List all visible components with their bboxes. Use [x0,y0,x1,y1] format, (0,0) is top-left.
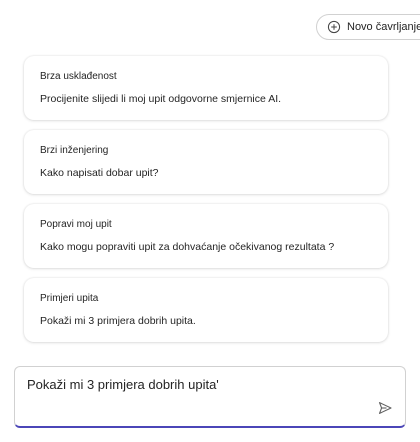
chat-input-text[interactable]: Pokaži mi 3 primjera dobrih upita' [27,377,219,392]
prompt-card-title: Primjeri upita [40,293,99,304]
prompt-card-title: Brza usklađenost [40,71,117,82]
prompt-card-text: Pokaži mi 3 primjera dobrih upita. [40,315,196,327]
prompt-card-text: Kako napisati dobar upit? [40,167,159,179]
new-chat-button[interactable]: Novo čavrljanje [316,14,420,40]
chat-input[interactable]: Pokaži mi 3 primjera dobrih upita' [14,366,406,428]
plus-circle-icon [327,20,341,34]
prompt-card-title: Popravi moj upit [40,219,112,230]
prompt-card-text: Procijenite slijedi li moj upit odgovorn… [40,93,282,105]
send-icon[interactable] [377,400,393,416]
prompt-card[interactable]: Brza usklađenost Procijenite slijedi li … [24,56,388,120]
prompt-card[interactable]: Brzi inženjering Kako napisati dobar upi… [24,130,388,194]
prompt-card-title: Brzi inženjering [40,145,109,156]
new-chat-label: Novo čavrljanje [347,21,420,33]
prompt-card[interactable]: Popravi moj upit Kako mogu popraviti upi… [24,204,388,268]
prompt-card-text: Kako mogu popraviti upit za dohvaćanje o… [40,241,335,253]
prompt-card[interactable]: Primjeri upita Pokaži mi 3 primjera dobr… [24,278,388,342]
prompt-suggestions: Brza usklađenost Procijenite slijedi li … [24,56,388,352]
